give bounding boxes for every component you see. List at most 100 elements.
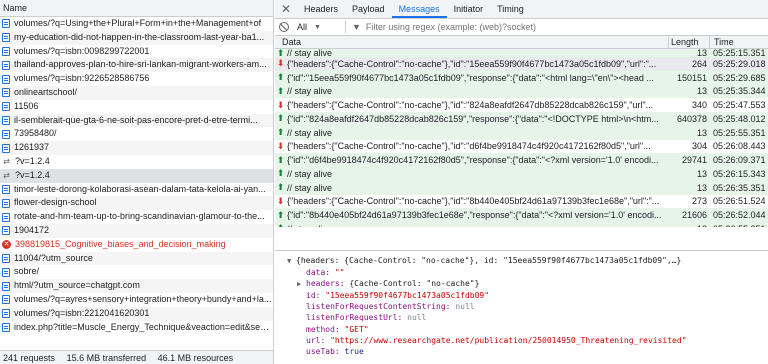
request-row[interactable]: index.php?title=Muscle_Energy_Technique&… xyxy=(0,321,273,335)
message-time: 05:25:48.012 xyxy=(713,113,766,124)
message-row[interactable]: ⬆// stay alive 13 05:26:35.351 xyxy=(275,180,768,195)
message-data-text: {"id":"15eea559f90f4677bc1473a05c1fdb09"… xyxy=(287,72,654,83)
expand-triangle-icon[interactable]: ▼ xyxy=(287,256,296,267)
tab-initiator[interactable]: Initiator xyxy=(447,0,491,18)
arrow-down-icon: ⬇ xyxy=(276,140,285,151)
message-row[interactable]: ⬆ {"id":"15eea559f90f4677bc1473a05c1fdb09… xyxy=(275,70,768,85)
request-row[interactable]: ⇄ ?v=1.2.4 xyxy=(0,155,273,169)
request-name: 1261937 xyxy=(14,142,50,153)
document-icon xyxy=(2,309,10,319)
request-row[interactable]: il-semblerait-que-gta-6-ne-soit-pas-enco… xyxy=(0,113,273,128)
request-name: volumes/?q=isbn:0098299722001 xyxy=(14,45,150,56)
message-data-cell: ⬆ {"id":"d6f4be9918474c4f920c4172162f80d5… xyxy=(275,155,668,166)
message-row[interactable]: ⬇ {"headers":{"Cache-Control":"no-cache"}… xyxy=(275,139,768,154)
message-length: 13 xyxy=(696,86,707,97)
message-row[interactable]: ⬆// stay alive 13 05:25:15.351 xyxy=(275,49,768,58)
filter-icon: ▼ xyxy=(352,22,361,32)
preview-id-value: "15eea559f90f4677bc1473a05c1fdb09" xyxy=(325,291,490,301)
data-column-header[interactable]: Data xyxy=(275,36,668,48)
document-icon xyxy=(2,46,10,56)
message-row[interactable]: ⬇ {"headers":{"Cache-Control":"no-cache"}… xyxy=(275,194,768,209)
arrow-up-icon: ⬆ xyxy=(276,72,285,83)
request-row[interactable]: ✕ 398819815_Cognitive_biases_and_decision… xyxy=(0,238,273,252)
preview-usetab-key: useTab: xyxy=(306,346,340,356)
request-count: 241 requests xyxy=(3,353,56,363)
message-data-cell: ⬆// stay alive xyxy=(275,127,668,138)
message-row[interactable]: ⬆// stay alive 13 05:25:55.351 xyxy=(275,125,768,140)
name-column-header[interactable]: Name xyxy=(0,0,273,17)
document-icon xyxy=(2,212,10,222)
message-time: 05:26:09.371 xyxy=(713,155,766,166)
message-length: 340 xyxy=(691,100,707,111)
request-row[interactable]: 11506 xyxy=(0,100,273,114)
request-row[interactable]: ⇄ ?v=1.2.4 xyxy=(0,168,273,183)
request-name: timor-leste-dorong-kolaborasi-asean-dala… xyxy=(14,183,266,194)
websocket-icon: ⇄ xyxy=(3,170,10,180)
message-row[interactable]: ⬆// stay alive 13 05:25:35.344 xyxy=(275,84,768,99)
document-icon xyxy=(2,322,10,332)
tab-messages[interactable]: Messages xyxy=(391,0,447,18)
message-row[interactable]: ⬆ {"id":"8b440e405bf24d61a97139b3fec1e68e… xyxy=(275,208,768,222)
request-row[interactable]: volumes/?q=isbn:0098299722001 xyxy=(0,45,273,59)
message-row[interactable]: ⬆ {"id":"824a8eafdf2647db85228dcab826c159… xyxy=(275,112,768,126)
message-row[interactable]: ⬆ {"id":"d6f4be9918474c4f920c4172162f80d5… xyxy=(275,153,768,167)
preview-summary-line[interactable]: ▼ {headers: {Cache-Control: "no-cache"}, … xyxy=(287,255,768,267)
request-name: volumes/?q=isbn:2212041620301 xyxy=(14,307,150,318)
preview-lrcs-line: listenForRequestContentString: null xyxy=(287,301,768,312)
request-row[interactable]: 1904172 xyxy=(0,223,273,238)
tab-payload[interactable]: Payload xyxy=(345,0,392,18)
request-row[interactable]: flower-design-school xyxy=(0,196,273,211)
message-row[interactable]: ⬆// stay alive1305:26:55.351 xyxy=(275,222,768,227)
message-filter-input[interactable] xyxy=(365,22,768,32)
message-row[interactable]: ⬆// stay alive 13 05:26:15.343 xyxy=(275,167,768,181)
request-row[interactable]: thailand-approves-plan-to-hire-sri-lanka… xyxy=(0,58,273,73)
preview-method-line: method: "GET" xyxy=(287,324,768,335)
message-type-select[interactable]: All ▼ xyxy=(297,22,343,32)
message-length: 150151 xyxy=(676,72,707,83)
tab-headers[interactable]: Headers xyxy=(297,0,345,18)
request-row[interactable]: 1261937 xyxy=(0,141,273,155)
document-icon xyxy=(2,143,10,153)
request-name: volumes/?q=ayres+sensory+integration+the… xyxy=(14,293,272,304)
request-row[interactable]: volumes/?q=isbn:2212041620301 xyxy=(0,306,273,321)
message-row[interactable]: ⬇ {"headers":{"Cache-Control":"no-cache"}… xyxy=(275,98,768,112)
document-icon xyxy=(2,115,10,125)
request-name: volumes/?q=isbn:9226528586756 xyxy=(14,73,150,84)
preview-lru-key: listenForRequestUrl: xyxy=(306,313,403,323)
request-row[interactable]: rotate-and-hm-team-up-to-bring-scandinav… xyxy=(0,210,273,224)
time-column-header[interactable]: Time xyxy=(709,36,768,48)
request-row[interactable]: volumes/?q=Using+the+Plural+Form+in+the+… xyxy=(0,17,273,31)
request-row[interactable]: volumes/?q=isbn:9226528586756 xyxy=(0,72,273,86)
preview-headers-line[interactable]: ▶ headers: {Cache-Control: "no-cache"} xyxy=(287,278,768,290)
preview-data-line: data: "" xyxy=(287,267,768,278)
preview-summary: {headers: {Cache-Control: "no-cache"}, i… xyxy=(296,256,682,265)
message-length: 264 xyxy=(691,58,707,69)
clear-messages-icon[interactable] xyxy=(279,22,289,32)
preview-lru-value: null xyxy=(407,313,427,323)
message-length: 29741 xyxy=(681,155,707,166)
request-row[interactable]: sobre/ xyxy=(0,265,273,279)
collapse-triangle-icon[interactable]: ▶ xyxy=(297,279,306,290)
request-name: volumes/?q=Using+the+Plural+Form+in+the+… xyxy=(14,18,262,28)
message-filter-bar: All ▼ ▼ xyxy=(275,19,768,36)
request-row[interactable]: my-education-did-not-happen-in-the-class… xyxy=(0,30,273,45)
messages-table: ⬆// stay alive 13 05:25:15.351 ⬇ {"headers":… xyxy=(275,49,768,227)
preview-data-value: "" xyxy=(334,268,345,278)
request-row[interactable]: timor-leste-dorong-kolaborasi-asean-dala… xyxy=(0,183,273,197)
document-icon xyxy=(2,129,10,139)
tab-timing[interactable]: Timing xyxy=(490,0,531,18)
request-row[interactable]: html/?utm_source=chatgpt.com xyxy=(0,279,273,293)
length-column-header[interactable]: Length xyxy=(668,36,709,48)
message-row[interactable]: ⬇ {"headers":{"Cache-Control":"no-cache"}… xyxy=(275,57,768,71)
close-icon[interactable]: ✕ xyxy=(275,0,297,18)
request-row[interactable]: 73958480/ xyxy=(0,127,273,141)
request-row[interactable]: 11004/?utm_source xyxy=(0,251,273,266)
message-data-cell: ⬇ {"headers":{"Cache-Control":"no-cache"}… xyxy=(275,141,668,152)
message-data-cell: ⬆ {"id":"824a8eafdf2647db85228dcab826c159… xyxy=(275,113,668,124)
request-row[interactable]: volumes/?q=ayres+sensory+integration+the… xyxy=(0,293,273,307)
message-time: 05:26:52.044 xyxy=(713,210,766,221)
request-row[interactable]: onlineartschool/ xyxy=(0,85,273,100)
preview-usetab-line: useTab: true xyxy=(287,346,768,357)
message-time: 05:25:29.018 xyxy=(713,58,766,69)
document-icon xyxy=(2,295,10,305)
